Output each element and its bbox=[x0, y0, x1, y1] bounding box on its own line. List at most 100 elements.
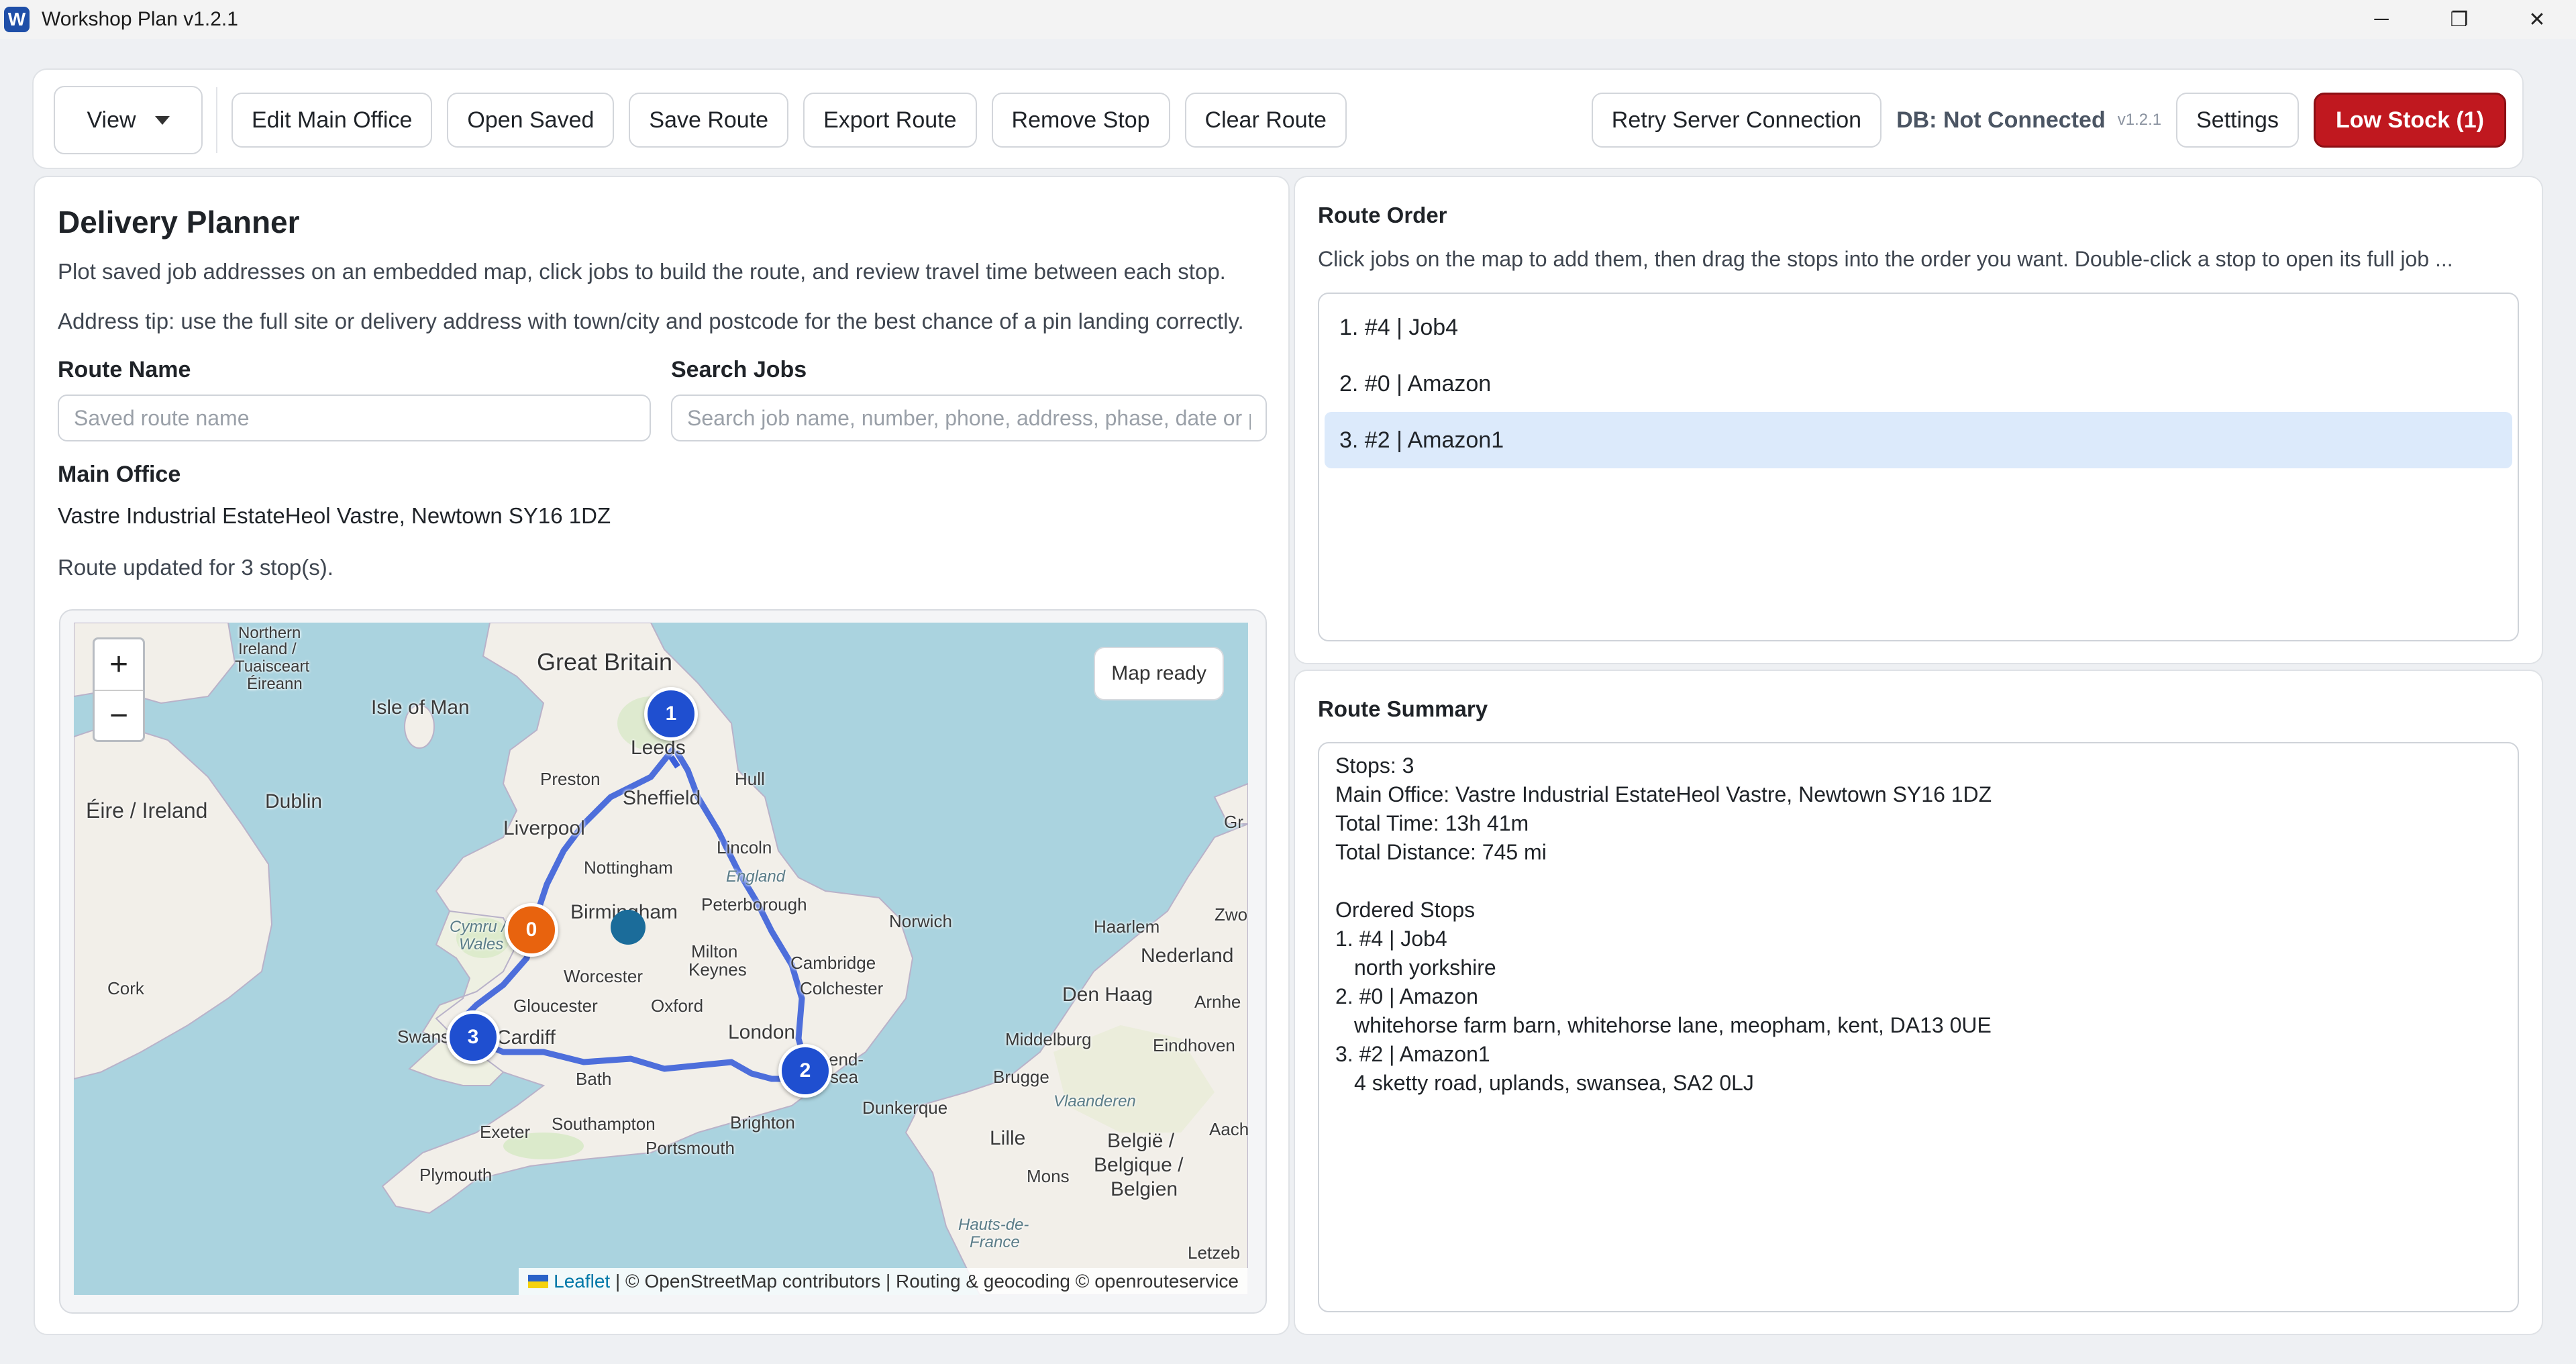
map-label: Norwich bbox=[889, 911, 952, 931]
route-stop-item[interactable]: 1. #4 | Job4 bbox=[1325, 299, 2512, 356]
minimize-button[interactable]: ─ bbox=[2342, 0, 2420, 39]
remove-stop-button[interactable]: Remove Stop bbox=[991, 93, 1170, 148]
map-label: sea bbox=[830, 1067, 858, 1087]
low-stock-button[interactable]: Low Stock (1) bbox=[2313, 93, 2506, 148]
map-label: Southampton bbox=[552, 1114, 656, 1134]
map-label: Ireland / bbox=[238, 640, 297, 658]
map-label: Gloucester bbox=[513, 996, 598, 1016]
map-label: Cardiff bbox=[497, 1027, 556, 1049]
address-tip: Address tip: use the full site or delive… bbox=[58, 309, 1244, 333]
route-name-label: Route Name bbox=[58, 357, 191, 382]
map-label: Sheffield bbox=[623, 787, 701, 809]
route-stop-item-selected[interactable]: 3. #2 | Amazon1 bbox=[1325, 412, 2512, 468]
map-label: England bbox=[726, 868, 786, 886]
map-label: Plymouth bbox=[419, 1165, 493, 1185]
close-button[interactable]: ✕ bbox=[2498, 0, 2576, 39]
route-marker-0[interactable]: 0 bbox=[505, 903, 558, 957]
route-order-title: Route Order bbox=[1318, 203, 1447, 227]
zoom-in-button[interactable]: + bbox=[95, 639, 143, 690]
route-status-text: Route updated for 3 stop(s). bbox=[58, 555, 333, 580]
map-label: Belgique / bbox=[1094, 1154, 1184, 1176]
export-route-button[interactable]: Export Route bbox=[803, 93, 977, 148]
map-status-badge: Map ready bbox=[1094, 647, 1224, 700]
summary-total-time: Total Time: 13h 41m bbox=[1335, 811, 1529, 835]
summary-ordered-heading: Ordered Stops bbox=[1335, 898, 1476, 922]
job-marker[interactable] bbox=[611, 910, 646, 945]
route-summary-title: Route Summary bbox=[1318, 696, 1488, 721]
summary-total-distance: Total Distance: 745 mi bbox=[1335, 840, 1547, 864]
caret-down-icon bbox=[154, 115, 170, 125]
map-label: Bath bbox=[576, 1069, 612, 1089]
map-label: Great Britain bbox=[537, 648, 673, 676]
planner-description: Plot saved job addresses on an embedded … bbox=[58, 259, 1226, 284]
summary-stops: Stops: 3 bbox=[1335, 753, 1414, 778]
view-menu-label: View bbox=[87, 107, 136, 133]
ukraine-flag-icon bbox=[528, 1275, 549, 1288]
map-label: Exeter bbox=[480, 1122, 531, 1142]
main-office-label: Main Office bbox=[58, 462, 181, 487]
map-label: Gr bbox=[1224, 812, 1243, 832]
zoom-out-button[interactable]: − bbox=[95, 690, 143, 740]
summary-stop-address: north yorkshire bbox=[1354, 955, 1496, 980]
map-label: Vlaanderen bbox=[1053, 1092, 1136, 1110]
map-label: Hull bbox=[735, 769, 765, 789]
route-marker-1[interactable]: 1 bbox=[644, 687, 698, 741]
map-label: Brugge bbox=[993, 1067, 1049, 1087]
route-marker-3[interactable]: 3 bbox=[446, 1010, 500, 1064]
map-container: Northern Ireland / Tuaisceart Éireann Gr… bbox=[59, 609, 1267, 1314]
map-label: Preston bbox=[540, 769, 601, 789]
map-label: Oxford bbox=[651, 996, 704, 1016]
map-label: France bbox=[970, 1233, 1020, 1251]
route-name-input[interactable] bbox=[58, 395, 651, 441]
restore-button[interactable]: ❐ bbox=[2420, 0, 2498, 39]
page-title: Delivery Planner bbox=[58, 205, 300, 240]
map-attribution: Leaflet | © OpenStreetMap contributors |… bbox=[519, 1268, 1248, 1295]
save-route-button[interactable]: Save Route bbox=[629, 93, 789, 148]
leaflet-link[interactable]: Leaflet bbox=[554, 1271, 610, 1292]
clear-route-button[interactable]: Clear Route bbox=[1184, 93, 1347, 148]
map-label: Nottingham bbox=[584, 857, 673, 878]
map-label: Haarlem bbox=[1094, 916, 1160, 937]
app-logo-icon: W bbox=[4, 7, 30, 32]
map-label: Aach bbox=[1209, 1119, 1248, 1139]
route-marker-2[interactable]: 2 bbox=[778, 1044, 832, 1098]
summary-main-office: Main Office: Vastre Industrial EstateHeo… bbox=[1335, 782, 1992, 806]
map-label: Mons bbox=[1027, 1166, 1070, 1186]
map-label: Swans bbox=[397, 1027, 450, 1047]
window-titlebar: W Workshop Plan v1.2.1 ─ ❐ ✕ bbox=[0, 0, 2576, 39]
map-label: Dublin bbox=[265, 790, 323, 812]
route-stop-item[interactable]: 2. #0 | Amazon bbox=[1325, 356, 2512, 412]
map-label: Cork bbox=[107, 978, 144, 998]
retry-server-button[interactable]: Retry Server Connection bbox=[1591, 93, 1882, 148]
toolbar-actions: Edit Main Office Open Saved Save Route E… bbox=[231, 93, 1347, 148]
summary-stop-label: 1. #4 | Job4 bbox=[1335, 927, 1447, 951]
map-label: Letzeb bbox=[1188, 1243, 1241, 1263]
map-label: Colchester bbox=[800, 978, 884, 998]
toolbar-status-area: Retry Server Connection DB: Not Connecte… bbox=[1591, 93, 2506, 148]
delivery-planner-panel: Delivery Planner Plot saved job addresse… bbox=[34, 176, 1290, 1335]
db-status: DB: Not Connected bbox=[1896, 107, 2106, 133]
map-label: Cambridge bbox=[790, 953, 876, 973]
route-summary-text[interactable]: Stops: 3 Main Office: Vastre Industrial … bbox=[1318, 742, 2519, 1312]
embedded-map[interactable]: Northern Ireland / Tuaisceart Éireann Gr… bbox=[74, 623, 1248, 1295]
map-label: Den Haag bbox=[1062, 984, 1153, 1006]
zoom-control: + − bbox=[93, 637, 145, 742]
map-label: Peterborough bbox=[701, 894, 807, 914]
edit-main-office-button[interactable]: Edit Main Office bbox=[231, 93, 433, 148]
view-menu-button[interactable]: View bbox=[54, 86, 203, 154]
map-label: Middelburg bbox=[1005, 1029, 1092, 1049]
map-label: Belgien bbox=[1111, 1178, 1178, 1200]
map-label: London bbox=[728, 1021, 796, 1043]
map-label: Lille bbox=[990, 1127, 1026, 1149]
window-title: Workshop Plan v1.2.1 bbox=[42, 8, 238, 30]
summary-stop-label: 3. #2 | Amazon1 bbox=[1335, 1042, 1490, 1066]
route-order-list[interactable]: 1. #4 | Job4 2. #0 | Amazon 3. #2 | Amaz… bbox=[1318, 293, 2519, 641]
settings-button[interactable]: Settings bbox=[2176, 93, 2299, 148]
map-label: België / bbox=[1107, 1130, 1175, 1152]
open-saved-button[interactable]: Open Saved bbox=[447, 93, 615, 148]
main-toolbar: View Edit Main Office Open Saved Save Ro… bbox=[32, 68, 2524, 169]
search-jobs-label: Search Jobs bbox=[671, 357, 807, 382]
search-jobs-input[interactable] bbox=[671, 395, 1267, 441]
main-office-address: Vastre Industrial EstateHeol Vastre, New… bbox=[58, 503, 611, 528]
attribution-text: | © OpenStreetMap contributors | Routing… bbox=[610, 1271, 1239, 1292]
